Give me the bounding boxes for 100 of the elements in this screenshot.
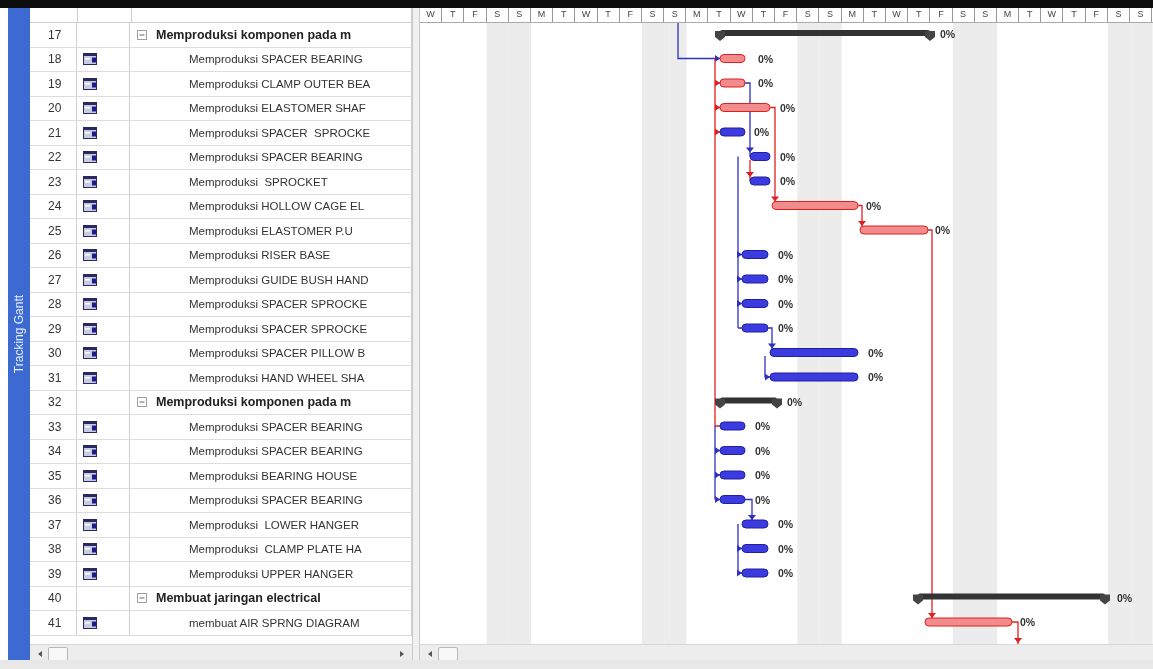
percent-label: 0% — [1117, 591, 1133, 604]
scrollbar-thumb[interactable] — [48, 646, 68, 661]
day-label: S — [508, 8, 531, 22]
row-number: 36 — [48, 493, 62, 508]
task-name: Memproduksi SPACER PILLOW B — [189, 347, 366, 360]
percent-label: 0% — [755, 420, 771, 432]
percent-label: 0% — [780, 101, 796, 114]
task-name: Memproduksi UPPER HANGER — [189, 567, 354, 580]
window-icon — [83, 102, 97, 115]
row-number: 17 — [48, 27, 62, 42]
percent-label: 0% — [758, 52, 774, 65]
row-number: 39 — [48, 566, 62, 581]
task-bar[interactable] — [741, 299, 769, 308]
collapse-icon[interactable] — [137, 397, 147, 408]
window-icon — [83, 518, 97, 531]
window-icon — [83, 126, 97, 139]
task-bar[interactable] — [741, 323, 769, 333]
task-name: Memproduksi ELASTOMER SHAF — [189, 102, 366, 115]
percent-label: 0% — [755, 469, 771, 481]
row-number: 32 — [48, 395, 62, 410]
row-number: 19 — [48, 76, 62, 91]
percent-label: 0% — [787, 395, 803, 408]
day-label: S — [974, 8, 997, 22]
day-label: T — [1019, 8, 1042, 22]
task-bar[interactable] — [769, 372, 859, 382]
task-bar[interactable] — [719, 127, 746, 137]
percent-label: 0% — [866, 199, 882, 212]
task-bar[interactable] — [719, 446, 746, 455]
task-name: Memproduksi BEARING HOUSE — [189, 469, 358, 482]
task-name: Memproduksi SPROCKET — [189, 175, 328, 188]
window-icon — [83, 543, 97, 556]
window-icon — [83, 567, 97, 580]
row-number: 27 — [48, 272, 62, 287]
task-bar[interactable] — [749, 176, 771, 186]
collapse-icon[interactable] — [137, 29, 147, 40]
percent-label: 0% — [868, 371, 884, 383]
task-name: Memproduksi GUIDE BUSH HAND — [189, 273, 369, 286]
row-number: 20 — [48, 101, 62, 116]
day-label: T — [553, 8, 576, 22]
window-icon — [83, 445, 97, 458]
task-bar[interactable] — [769, 348, 859, 357]
scroll-left-icon[interactable] — [36, 649, 44, 658]
day-label: S — [1107, 8, 1130, 22]
task-bar[interactable] — [741, 568, 769, 578]
summary-bar[interactable] — [715, 397, 782, 409]
task-name: Memproduksi ELASTOMER P.U — [189, 224, 353, 237]
row-number: 18 — [48, 52, 62, 67]
scroll-left-icon[interactable] — [426, 649, 434, 658]
window-icon — [83, 249, 97, 262]
task-bar[interactable] — [719, 470, 746, 480]
percent-label: 0% — [1020, 616, 1036, 628]
task-name: Memproduksi SPACER SPROCKE — [189, 322, 368, 335]
task-bar[interactable] — [741, 544, 769, 553]
percent-label: 0% — [778, 322, 794, 334]
task-bar[interactable] — [749, 152, 771, 161]
window-icon — [83, 420, 97, 433]
scroll-right-icon[interactable] — [398, 649, 406, 658]
window-icon — [83, 200, 97, 213]
task-bar[interactable] — [741, 274, 769, 284]
collapse-icon[interactable] — [137, 593, 147, 604]
window-icon — [83, 224, 97, 237]
day-label: F — [464, 8, 487, 22]
day-label: M — [841, 8, 864, 22]
percent-label: 0% — [778, 248, 794, 261]
window-icon — [83, 77, 97, 90]
day-label: T — [708, 8, 731, 22]
day-label: F — [619, 8, 642, 22]
window-icon — [83, 322, 97, 335]
task-name: Memproduksi SPACER SPROCKE — [189, 126, 371, 139]
day-label: W — [575, 8, 598, 22]
day-label: W — [1041, 8, 1064, 22]
window-icon — [83, 616, 97, 629]
row-number: 29 — [48, 321, 62, 336]
task-name: Memproduksi SPACER BEARING — [189, 420, 363, 433]
percent-label: 0% — [778, 542, 794, 555]
day-label: F — [1085, 8, 1108, 22]
percent-label: 0% — [754, 126, 770, 138]
window-icon — [83, 347, 97, 360]
row-number: 40 — [48, 591, 62, 606]
percent-label: 0% — [940, 28, 956, 40]
window-icon — [83, 53, 97, 66]
summary-bar[interactable] — [715, 30, 935, 41]
day-label: F — [775, 8, 798, 22]
task-name: Memproduksi komponen pada m — [156, 395, 352, 410]
task-bar[interactable] — [719, 495, 746, 504]
task-bar[interactable] — [741, 250, 769, 259]
day-label: T — [442, 8, 465, 22]
day-label: T — [597, 8, 620, 22]
task-name: Memproduksi SPACER SPROCKE — [189, 298, 368, 311]
task-name: Memproduksi SPACER BEARING — [189, 53, 363, 66]
task-name: Memproduksi RISER BASE — [189, 249, 331, 262]
day-label: T — [752, 8, 775, 22]
summary-bar[interactable] — [913, 593, 1110, 605]
window-icon — [83, 298, 97, 311]
task-name: Memproduksi SPACER BEARING — [189, 494, 363, 507]
task-name: Memproduksi HAND WHEEL SHA — [189, 371, 365, 384]
link-arrow — [1011, 621, 1022, 644]
task-bar[interactable] — [741, 519, 769, 529]
scrollbar-thumb[interactable] — [438, 646, 458, 661]
task-bar[interactable] — [719, 421, 746, 431]
